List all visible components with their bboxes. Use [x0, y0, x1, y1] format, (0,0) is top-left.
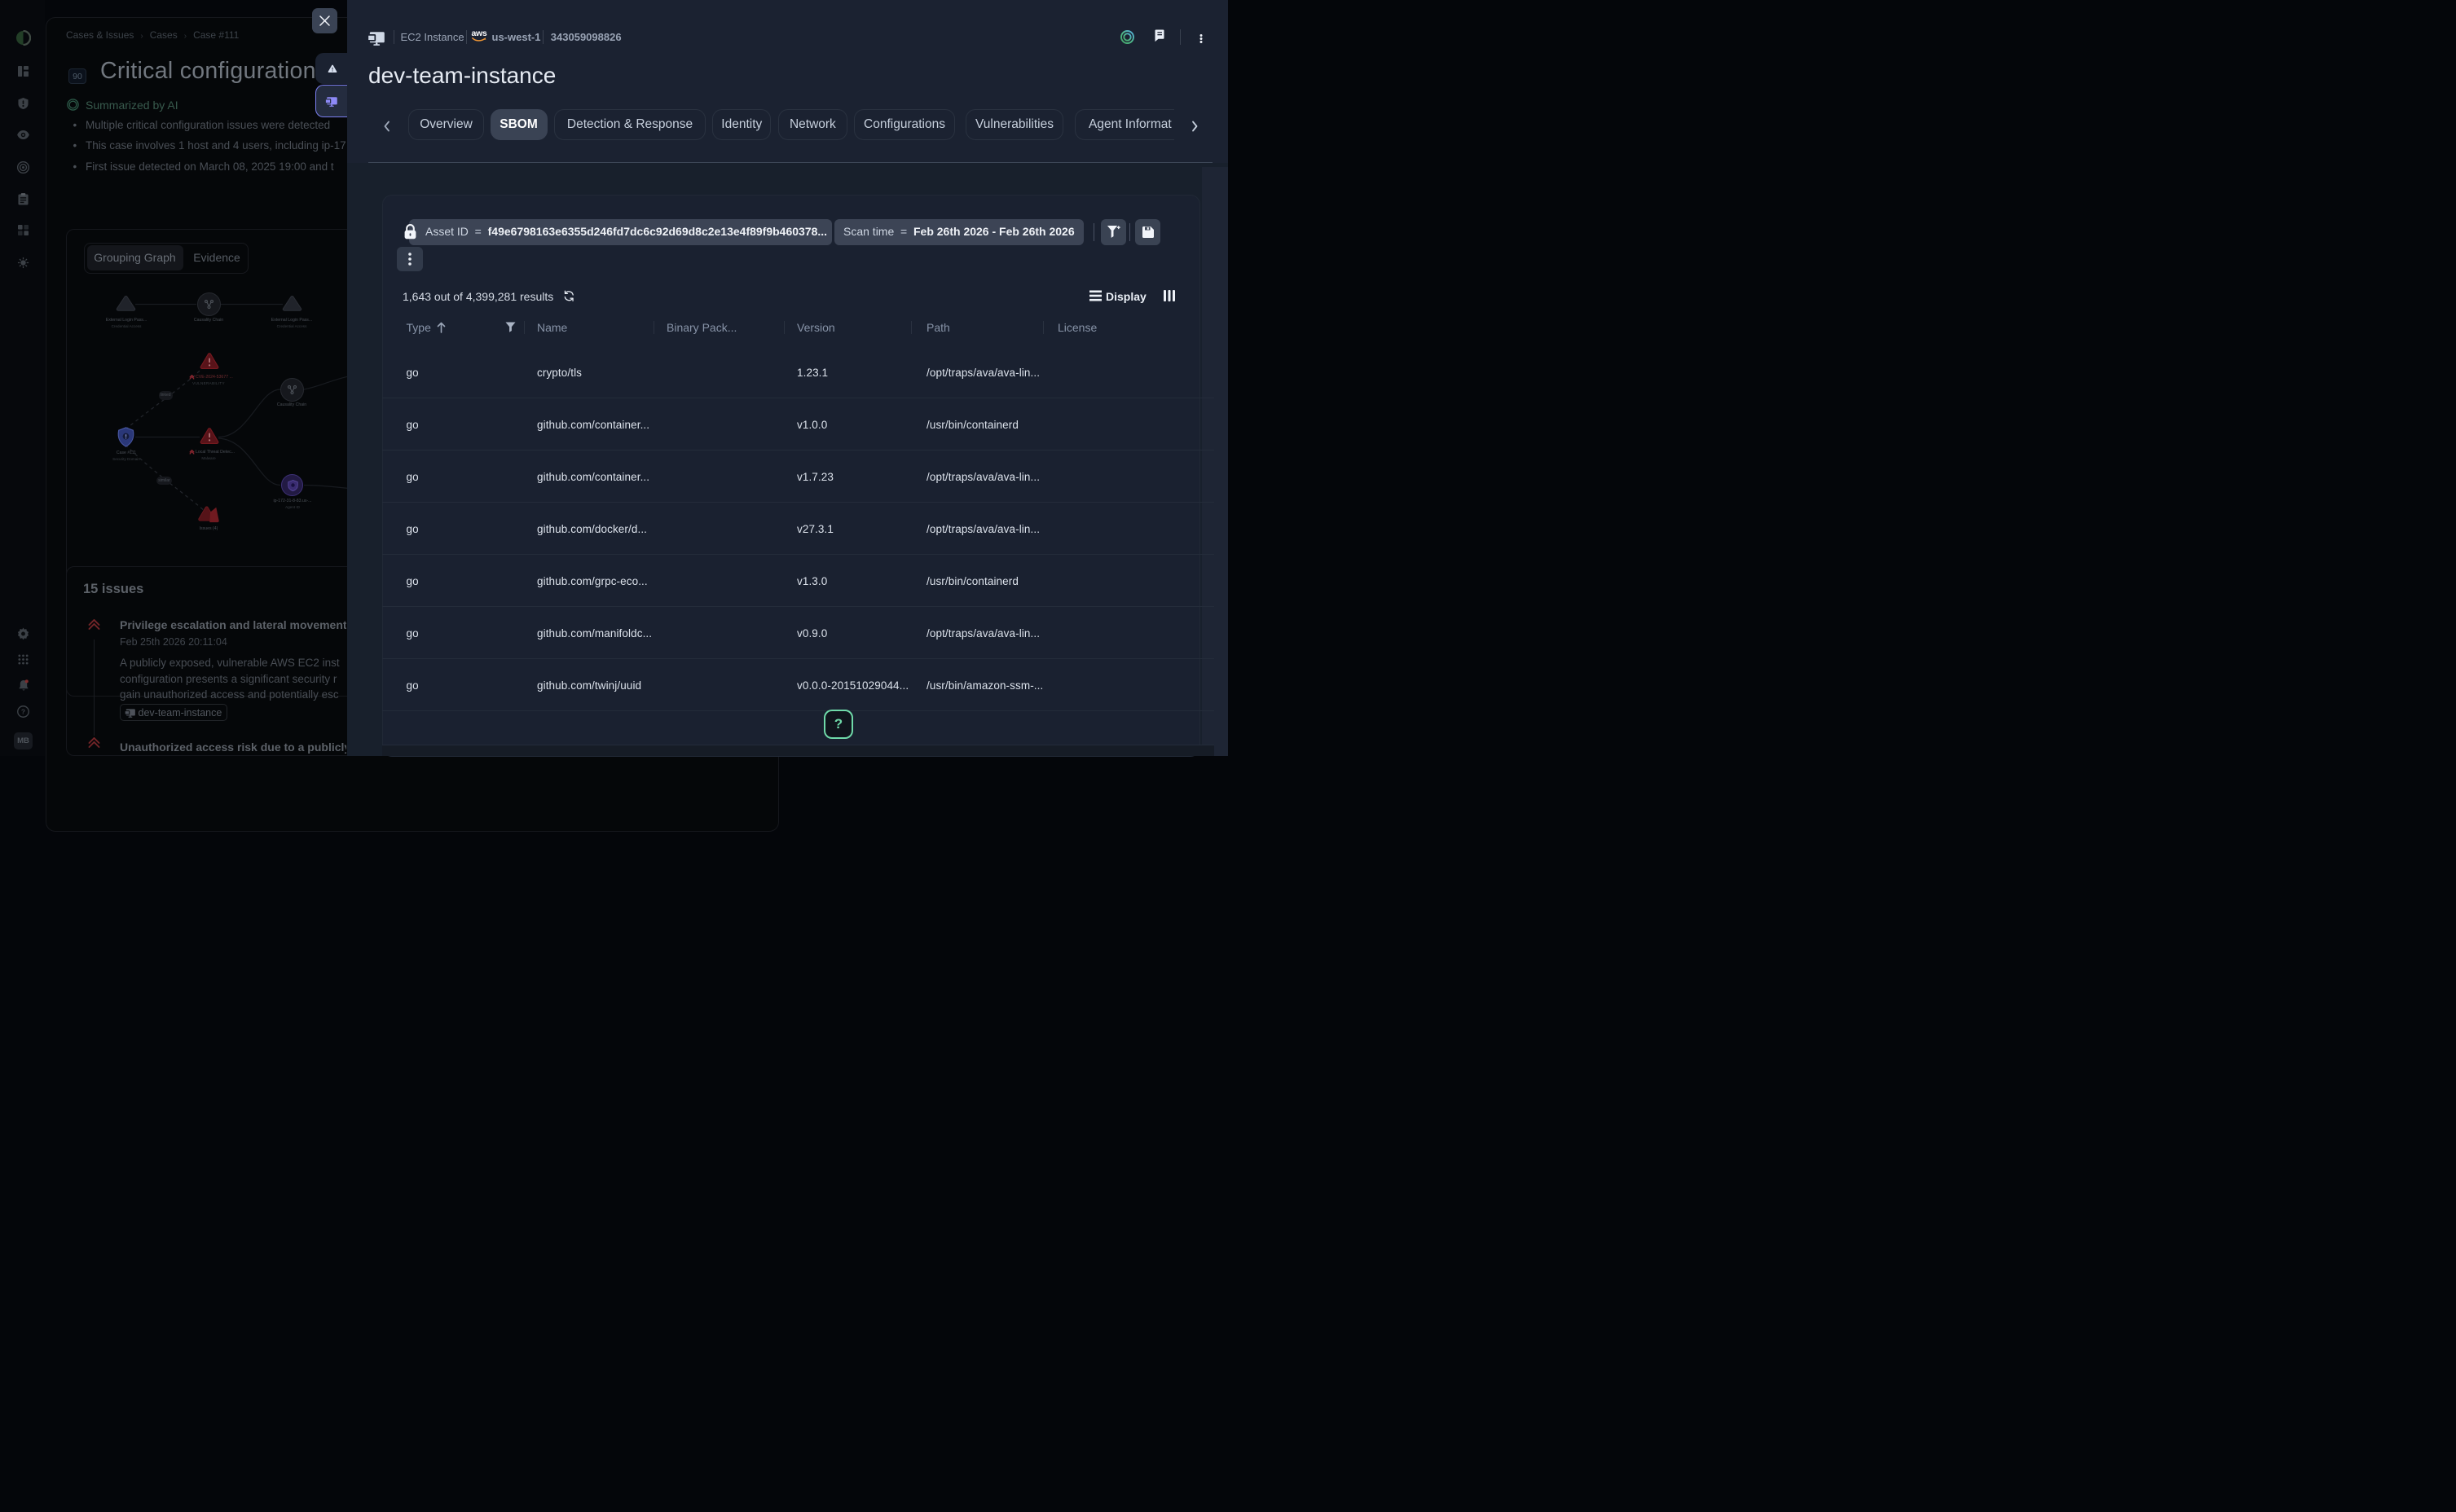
svg-text:?: ?	[21, 708, 25, 716]
